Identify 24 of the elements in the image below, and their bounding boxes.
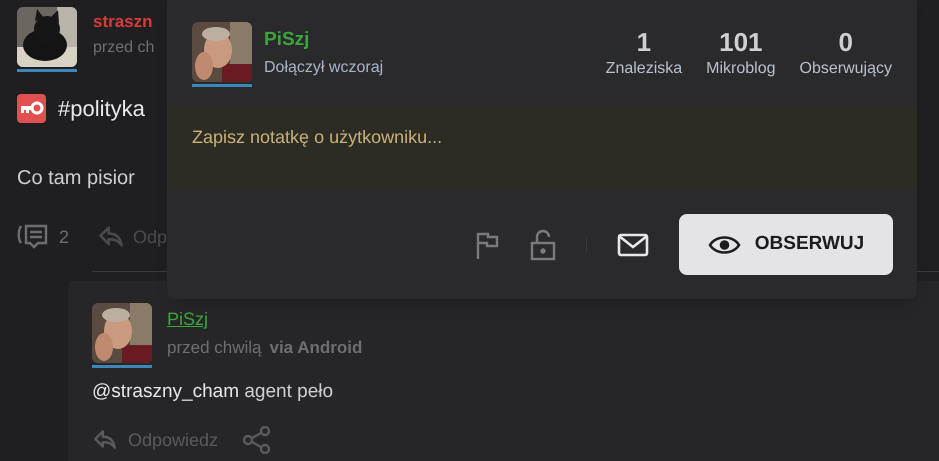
- comment-count: 2: [59, 226, 70, 248]
- eye-icon: [708, 234, 741, 256]
- author-name[interactable]: PiSzj: [167, 308, 208, 330]
- stat-label: Obserwujący: [800, 58, 892, 78]
- stat-value: 0: [838, 26, 853, 58]
- stat-label: Mikroblog: [706, 58, 776, 78]
- tag-link[interactable]: #polityka: [58, 92, 145, 125]
- follow-button[interactable]: OBSERWUJ: [679, 214, 893, 275]
- author-name[interactable]: straszn: [93, 11, 154, 32]
- note-field[interactable]: Zapisz notatkę o użytkowniku...: [167, 106, 917, 190]
- share-icon: [242, 426, 272, 454]
- comment-source: via Android: [270, 336, 362, 358]
- stat-label: Znaleziska: [606, 58, 682, 78]
- post-time: przed ch: [93, 38, 154, 58]
- join-date: Dołączył wczoraj: [264, 58, 384, 78]
- lock-icon: [530, 228, 556, 260]
- comment-time: przed chwilą: [167, 336, 262, 358]
- mail-icon: [617, 232, 649, 256]
- comment-text: @straszny_cham agent peło: [92, 380, 334, 404]
- key-icon: [17, 94, 46, 123]
- stat-value: 1: [636, 26, 652, 58]
- post-text: Co tam pisior: [17, 166, 136, 191]
- stat-value: 101: [719, 26, 763, 58]
- user-name[interactable]: PiSzj: [264, 28, 384, 52]
